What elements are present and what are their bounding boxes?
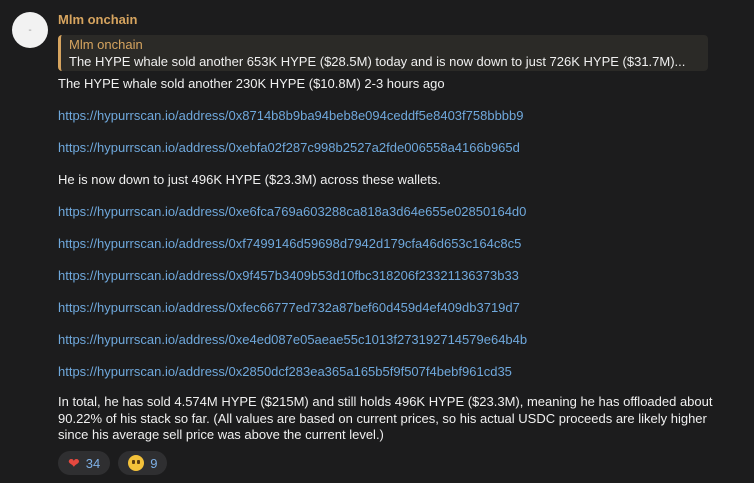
chat-view: - Mlm onchain Mlm onchain The HYPE whale… [0,0,754,483]
reply-quote[interactable]: Mlm onchain The HYPE whale sold another … [58,35,708,71]
avatar[interactable]: - [12,12,48,48]
sender-name[interactable]: Mlm onchain [58,12,137,27]
reaction-heart-button[interactable]: ❤ 34 [58,451,111,475]
crying-face-icon [128,455,145,471]
address-link[interactable]: https://hypurrscan.io/address/0xe4ed087e… [58,332,527,348]
avatar-placeholder: - [28,24,32,36]
message-intro: The HYPE whale sold another 230K HYPE ($… [58,76,445,91]
address-link[interactable]: https://hypurrscan.io/address/0xe6fca769… [58,204,526,220]
reply-sender-name: Mlm onchain [69,37,143,52]
address-link[interactable]: https://hypurrscan.io/address/0x8714b8b9… [58,108,524,124]
address-link[interactable]: https://hypurrscan.io/address/0x2850dcf2… [58,364,512,380]
reaction-count: 9 [150,455,158,471]
reaction-crying-button[interactable]: 9 [118,451,168,475]
message-bubble: Mlm onchain Mlm onchain The HYPE whale s… [50,0,720,483]
reply-text: The HYPE whale sold another 653K HYPE ($… [69,54,686,69]
reaction-count: 34 [85,455,101,471]
message-status: He is now down to just 496K HYPE ($23.3M… [58,172,441,187]
address-link[interactable]: https://hypurrscan.io/address/0x9f457b34… [58,268,519,284]
reactions-bar: ❤ 34 9 [58,451,168,475]
heart-icon: ❤ [68,454,80,471]
address-link[interactable]: https://hypurrscan.io/address/0xebfa02f2… [58,140,520,156]
address-link[interactable]: https://hypurrscan.io/address/0xf7499146… [58,236,521,252]
message-summary: In total, he has sold 4.574M HYPE ($215M… [58,394,713,442]
address-link[interactable]: https://hypurrscan.io/address/0xfec66777… [58,300,520,316]
